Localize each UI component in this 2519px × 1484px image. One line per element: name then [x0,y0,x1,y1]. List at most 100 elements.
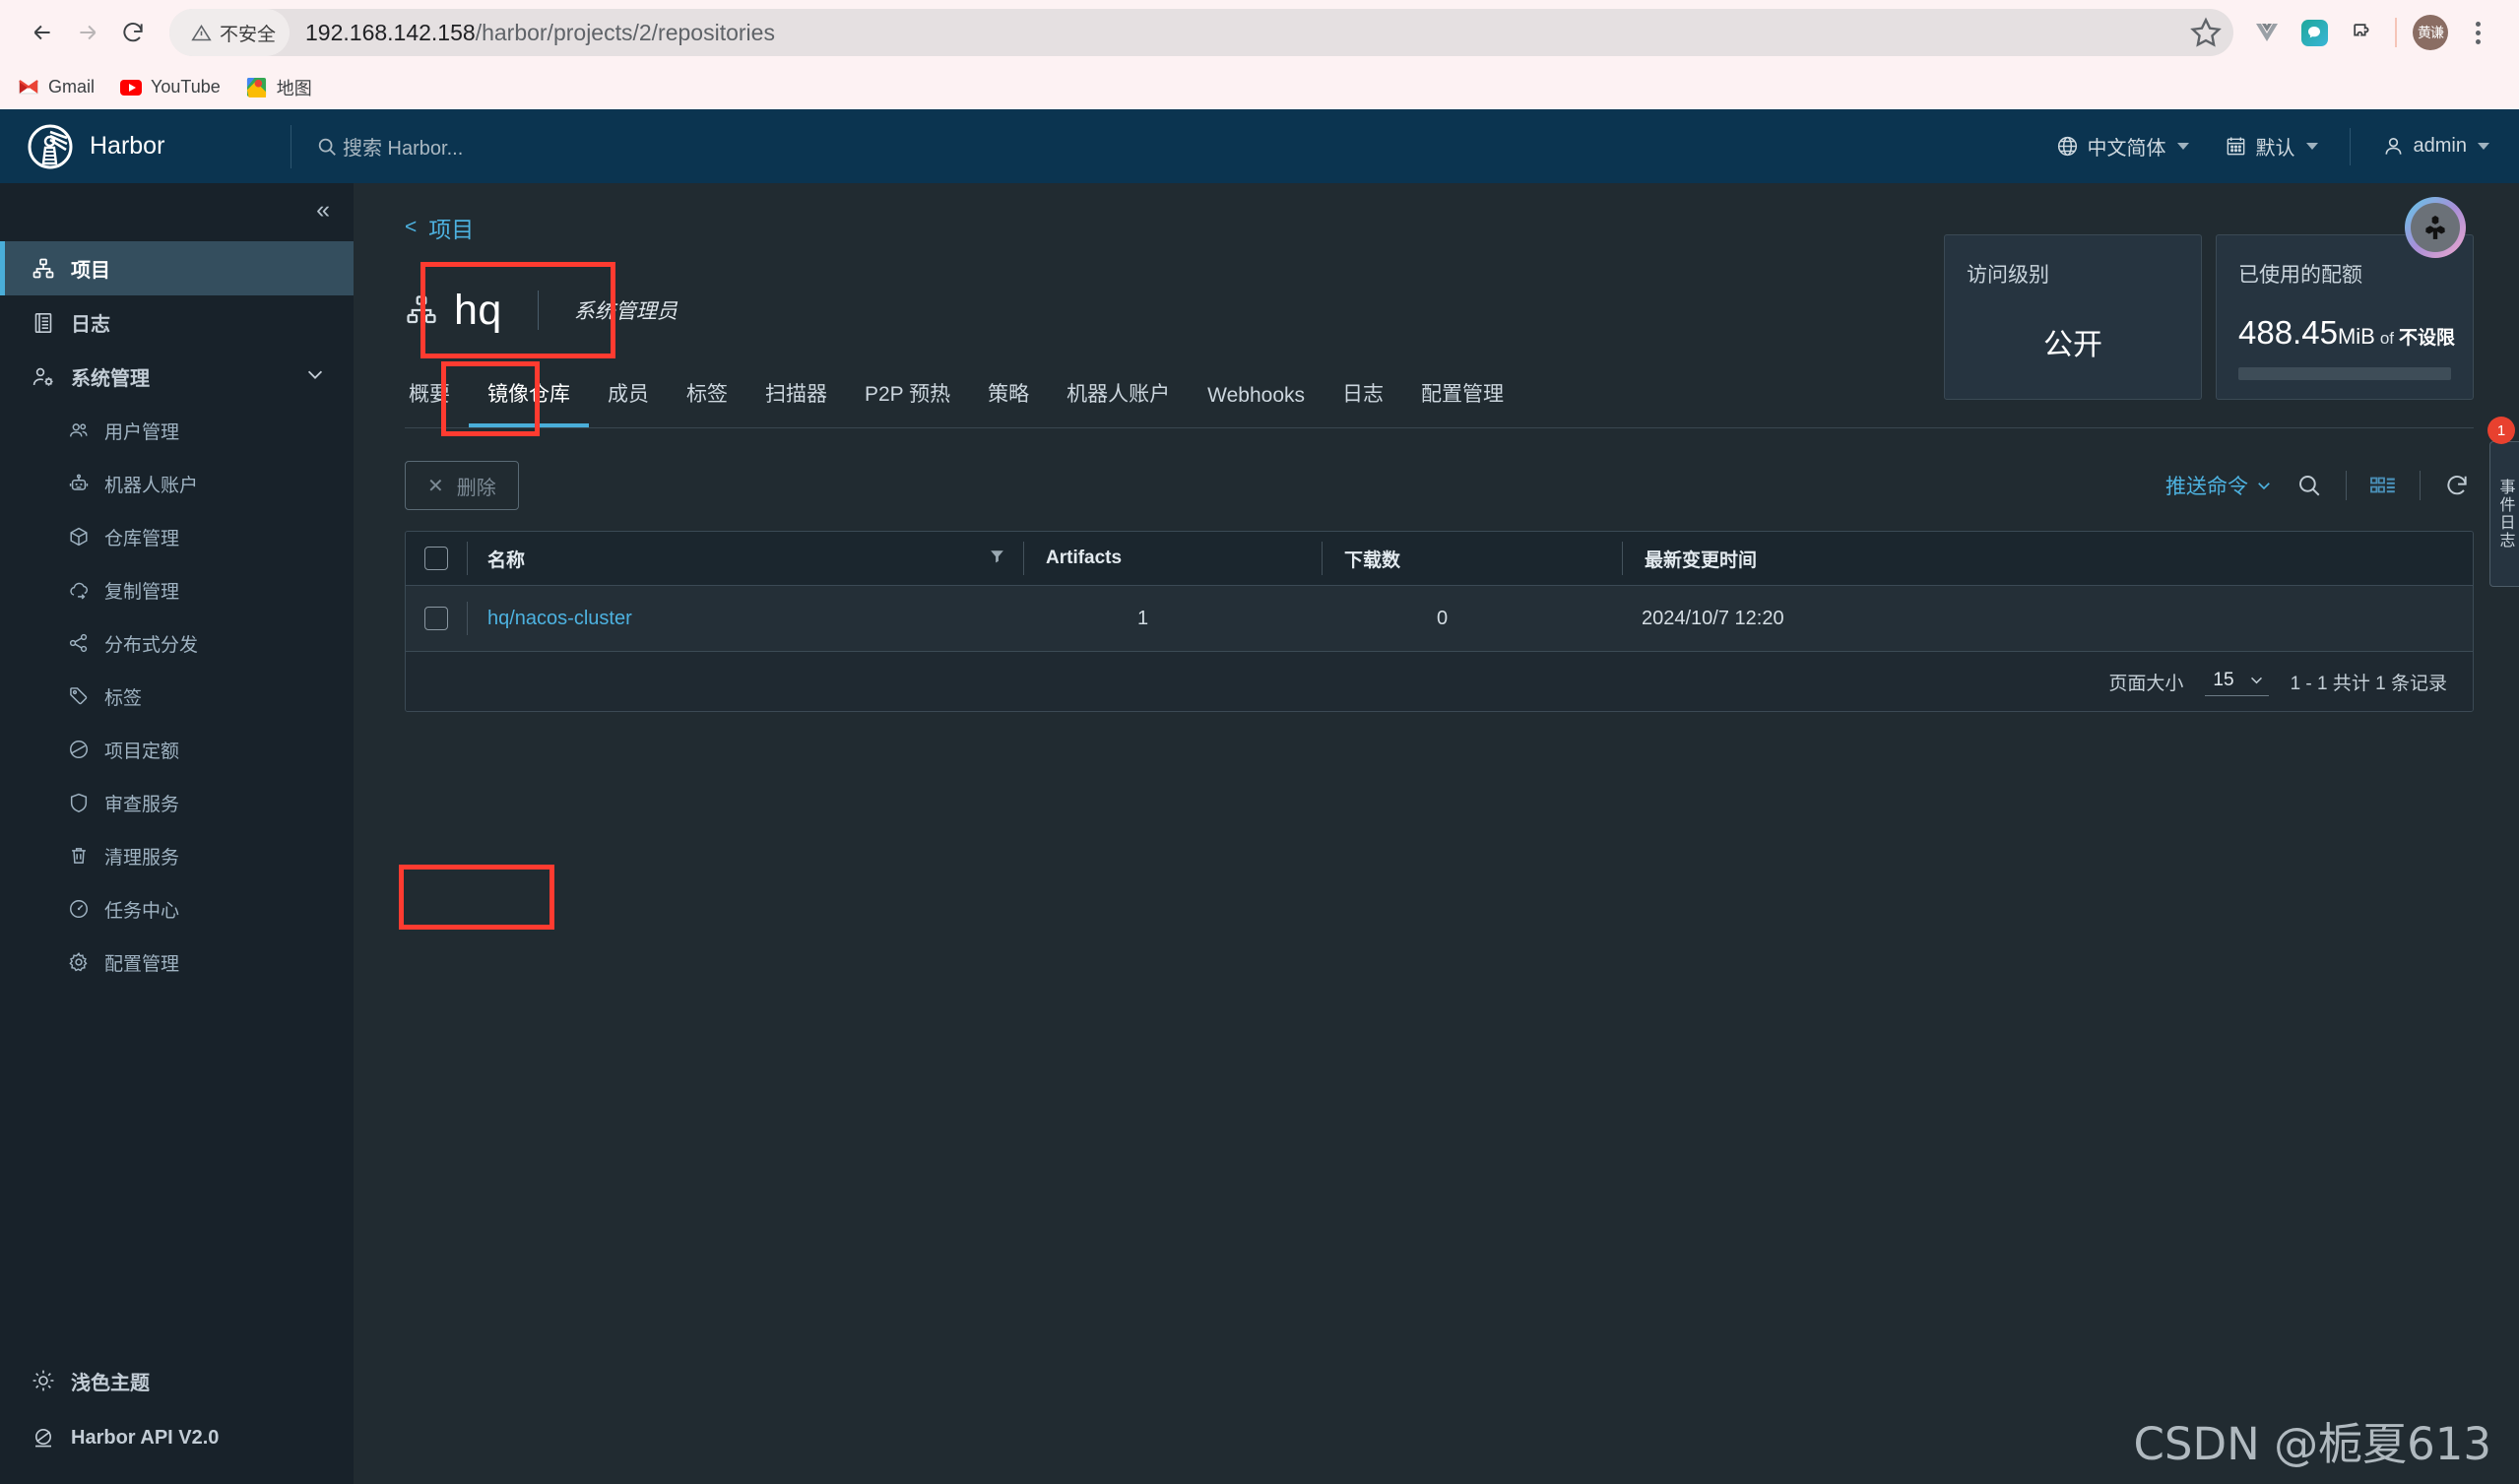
language-label: 中文简体 [2087,138,2166,160]
tab-p2p-preheat[interactable]: P2P 预热 [846,378,969,427]
page-size-select[interactable]: 15 [2205,668,2269,696]
column-label: 名称 [487,549,526,571]
annotation-box-repository-name [399,865,554,930]
sidebar-item-label: 标签 [104,687,143,709]
bookmark-star-icon[interactable] [2188,15,2224,50]
project-icon [405,293,438,327]
sidebar-item-registries[interactable]: 仓库管理 [0,510,354,563]
bookmark-youtube[interactable]: YouTube [120,77,221,98]
tab-label: 标签 [686,383,728,406]
tab-label: 机器人账户 [1066,383,1171,406]
quota-card: 已使用的配额 488.45MiB of 不设限 [2216,234,2474,400]
avatar[interactable]: 黄谦 [2409,11,2452,54]
sidebar-item-label: 项目定额 [104,741,180,762]
sidebar-item-users[interactable]: 用户管理 [0,404,354,457]
repositories-toolbar: ✕ 删除 推送命令 [405,460,2474,511]
sidebar-collapse-row: « [0,183,354,237]
column-header-downloads[interactable]: 下载数 [1323,532,1622,585]
bookmark-maps[interactable]: 地图 [246,75,312,100]
search-input[interactable]: 搜索 Harbor... [291,132,463,161]
sidebar-item-administration[interactable]: 系统管理 [0,350,354,404]
logs-icon [31,310,56,336]
access-level-title: 访问级别 [1967,264,2049,287]
bookmark-gmail[interactable]: Gmail [18,77,95,98]
vue-devtools-icon[interactable] [2245,11,2289,54]
users-icon [67,419,91,442]
search-icon[interactable] [2293,469,2326,502]
url-path: /harbor/projects/2/repositories [475,19,775,45]
brand-name: Harbor [90,132,165,160]
forward-arrow-icon[interactable] [65,10,110,55]
sidebar-item-job-service-dashboard[interactable]: 任务中心 [0,882,354,936]
youtube-icon [120,77,143,98]
column-header-artifacts[interactable]: Artifacts [1024,532,1322,585]
push-command-dropdown[interactable]: 推送命令 [2165,471,2273,500]
repository-link[interactable]: hq/nacos-cluster [487,608,632,630]
row-checkbox[interactable] [424,607,448,630]
sidebar-item-harbor-api[interactable]: Harbor API V2.0 [0,1409,354,1466]
tab-labels[interactable]: 标签 [668,378,746,427]
table-row[interactable]: hq/nacos-cluster 1 0 2024/10/7 12:20 [406,586,2473,652]
sidebar-item-projects[interactable]: 项目 [0,241,354,295]
tab-policy[interactable]: 策略 [969,378,1048,427]
tab-robot-accounts[interactable]: 机器人账户 [1048,378,1189,427]
project-info-cards: 访问级别 公开 已使用的配额 488.45MiB of 不设限 [1944,234,2474,400]
language-selector[interactable]: 中文简体 [2038,109,2207,183]
sidebar-item-configuration[interactable]: 配置管理 [0,936,354,989]
tab-webhooks[interactable]: Webhooks [1189,384,1324,427]
sidebar-item-replication[interactable]: 复制管理 [0,563,354,616]
sidebar-item-project-quotas[interactable]: 项目定额 [0,723,354,776]
back-chevron-icon: < [405,216,418,238]
column-header-updated[interactable]: 最新变更时间 [1623,532,2473,585]
tab-repositories[interactable]: 镜像仓库 [469,378,589,427]
event-log-tab[interactable]: 事件日志 [2489,441,2519,587]
cell-artifacts: 1 [1023,586,1321,651]
label-tag-icon [67,684,91,708]
tab-members[interactable]: 成员 [589,378,668,427]
chat-extension-icon[interactable] [2293,11,2336,54]
sidebar-item-robot-accounts[interactable]: 机器人账户 [0,457,354,510]
sidebar-item-garbage-collection[interactable]: 清理服务 [0,829,354,882]
extensions-puzzle-icon[interactable] [2340,11,2383,54]
sidebar-item-distribution[interactable]: 分布式分发 [0,616,354,670]
reload-icon[interactable] [110,10,156,55]
watermark: CSDN @栀夏613 [2133,1418,2492,1470]
sidebar-item-interrogation-services[interactable]: 审查服务 [0,776,354,829]
user-menu[interactable]: admin [2364,109,2519,183]
theme-preset-selector[interactable]: 默认 [2207,109,2336,183]
sidebar-item-label: 审查服务 [104,794,180,815]
tab-configuration[interactable]: 配置管理 [1402,378,1522,427]
kebab-menu-icon[interactable] [2456,11,2499,54]
downloads-value: 0 [1437,607,1449,629]
harbor-brand[interactable]: Harbor [0,124,291,169]
back-arrow-icon[interactable] [20,10,65,55]
breadcrumb-label: 项目 [428,217,475,242]
filter-funnel-icon[interactable] [989,548,1005,570]
security-indicator[interactable]: 不安全 [169,9,291,56]
tab-scanner[interactable]: 扫描器 [746,378,846,427]
collapse-chevrons-icon[interactable]: « [316,198,330,223]
search-placeholder: 搜索 Harbor... [343,138,464,160]
main-content: < 项目 hq 系统管理员 概要 镜像仓库 成员 标签 扫描器 P2P 预热 策… [354,183,2519,1484]
table-header-row: 名称 Artifacts 下载数 最新变更时间 [406,532,2473,586]
sidebar-item-label: 机器人账户 [104,475,199,496]
refresh-icon[interactable] [2440,469,2474,502]
grid-list-toggle-icon[interactable] [2366,469,2400,502]
select-all-checkbox[interactable] [424,547,448,570]
sidebar-item-logs[interactable]: 日志 [0,295,354,350]
column-header-name[interactable]: 名称 [468,532,1023,585]
gear-icon [67,950,91,974]
floating-trident-badge-icon[interactable] [2405,197,2466,258]
delete-label: 删除 [456,477,496,499]
browser-nav-row: 不安全 192.168.142.158/harbor/projects/2/re… [0,0,2519,65]
address-bar[interactable]: 不安全 192.168.142.158/harbor/projects/2/re… [169,9,2233,56]
sidebar-item-light-theme[interactable]: 浅色主题 [0,1352,354,1409]
tab-summary[interactable]: 概要 [405,378,469,427]
sidebar-item-label: 复制管理 [104,581,180,603]
tab-label: 配置管理 [1421,383,1504,406]
delete-button[interactable]: ✕ 删除 [405,461,519,510]
sidebar-item-labels[interactable]: 标签 [0,670,354,723]
user-label: admin [2413,135,2467,157]
theme-preset-label: 默认 [2255,138,2295,160]
tab-logs[interactable]: 日志 [1324,378,1402,427]
